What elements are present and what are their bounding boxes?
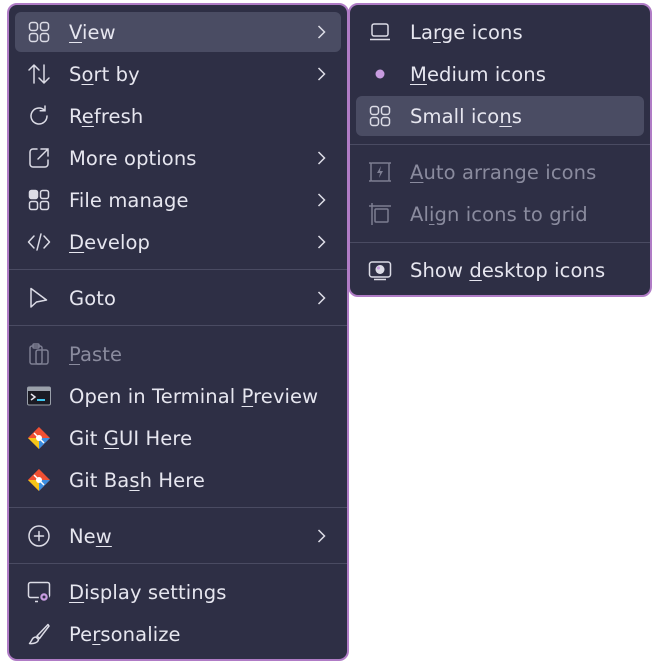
- chevron-right-icon: [313, 234, 329, 250]
- clipboard-icon: [27, 342, 51, 366]
- menu-item-label: Develop: [69, 230, 150, 254]
- menu-item-label: Paste: [69, 342, 123, 366]
- menu-separator: [9, 563, 347, 564]
- menu-item-paste: Paste: [15, 334, 341, 374]
- submenu-item-auto-arrange: Auto arrange icons: [356, 152, 644, 192]
- menu-item-label: Git Bash Here: [69, 468, 205, 492]
- git-icon: [27, 426, 51, 450]
- menu-item-sort-by[interactable]: Sort by: [15, 54, 341, 94]
- menu-item-more-options[interactable]: More options: [15, 138, 341, 178]
- chevron-right-icon: [313, 290, 329, 306]
- bullet-icon: [368, 62, 392, 86]
- menu-item-personalize[interactable]: Personalize: [15, 614, 341, 654]
- sort-arrows-icon: [27, 62, 51, 86]
- menu-separator: [350, 144, 650, 145]
- menu-item-label: Auto arrange icons: [410, 160, 597, 184]
- menu-item-label: Large icons: [410, 20, 523, 44]
- menu-item-label: Refresh: [69, 104, 144, 128]
- menu-item-develop[interactable]: Develop: [15, 222, 341, 262]
- view-submenu: Large icons Medium icons Small icons Aut…: [348, 3, 652, 297]
- menu-item-new[interactable]: New: [15, 516, 341, 556]
- menu-item-label: Sort by: [69, 62, 140, 86]
- context-menu: View Sort by Refresh More options File m…: [7, 3, 349, 661]
- menu-separator: [9, 269, 347, 270]
- menu-separator: [350, 242, 650, 243]
- git-icon: [27, 468, 51, 492]
- menu-item-label: Show desktop icons: [410, 258, 606, 282]
- auto-arrange-icon: [368, 160, 392, 184]
- menu-separator: [9, 325, 347, 326]
- menu-item-label: Display settings: [69, 580, 227, 604]
- menu-item-file-manage[interactable]: File manage: [15, 180, 341, 220]
- menu-item-label: Medium icons: [410, 62, 546, 86]
- chevron-right-icon: [313, 66, 329, 82]
- refresh-icon: [27, 104, 51, 128]
- chevron-right-icon: [313, 150, 329, 166]
- monitor-icon: [368, 20, 392, 44]
- align-grid-icon: [368, 202, 392, 226]
- chevron-right-icon: [313, 24, 329, 40]
- chevron-right-icon: [313, 528, 329, 544]
- menu-item-label: Goto: [69, 286, 117, 310]
- menu-item-label: More options: [69, 146, 197, 170]
- menu-item-display-settings[interactable]: Display settings: [15, 572, 341, 612]
- plus-circle-icon: [27, 524, 51, 548]
- menu-item-goto[interactable]: Goto: [15, 278, 341, 318]
- chevron-right-icon: [313, 192, 329, 208]
- open-external-icon: [27, 146, 51, 170]
- cursor-icon: [27, 286, 51, 310]
- show-desktop-icon: [368, 258, 392, 282]
- submenu-item-large-icons[interactable]: Large icons: [356, 12, 644, 52]
- menu-item-label: Small icons: [410, 104, 523, 128]
- menu-item-git-bash[interactable]: Git Bash Here: [15, 460, 341, 500]
- menu-item-label: Align icons to grid: [410, 202, 588, 226]
- menu-item-label: Git GUI Here: [69, 426, 193, 450]
- menu-item-label: Personalize: [69, 622, 181, 646]
- submenu-item-small-icons[interactable]: Small icons: [356, 96, 644, 136]
- code-icon: [27, 230, 51, 254]
- submenu-item-medium-icons[interactable]: Medium icons: [356, 54, 644, 94]
- brush-icon: [27, 622, 51, 646]
- menu-item-git-gui[interactable]: Git GUI Here: [15, 418, 341, 458]
- menu-item-label: New: [69, 524, 112, 548]
- terminal-icon: [27, 384, 51, 408]
- menu-item-refresh[interactable]: Refresh: [15, 96, 341, 136]
- apps-grid-icon: [27, 188, 51, 212]
- menu-item-label: Open in Terminal Preview: [69, 384, 319, 408]
- submenu-item-show-desktop-icons[interactable]: Show desktop icons: [356, 250, 644, 290]
- menu-separator: [9, 507, 347, 508]
- grid-icon: [27, 20, 51, 44]
- display-settings-icon: [27, 580, 51, 604]
- menu-item-open-terminal[interactable]: Open in Terminal Preview: [15, 376, 341, 416]
- submenu-item-align-to-grid: Align icons to grid: [356, 194, 644, 234]
- menu-item-label: File manage: [69, 188, 189, 212]
- menu-item-label: View: [69, 20, 116, 44]
- menu-item-view[interactable]: View: [15, 12, 341, 52]
- grid-icon: [368, 104, 392, 128]
